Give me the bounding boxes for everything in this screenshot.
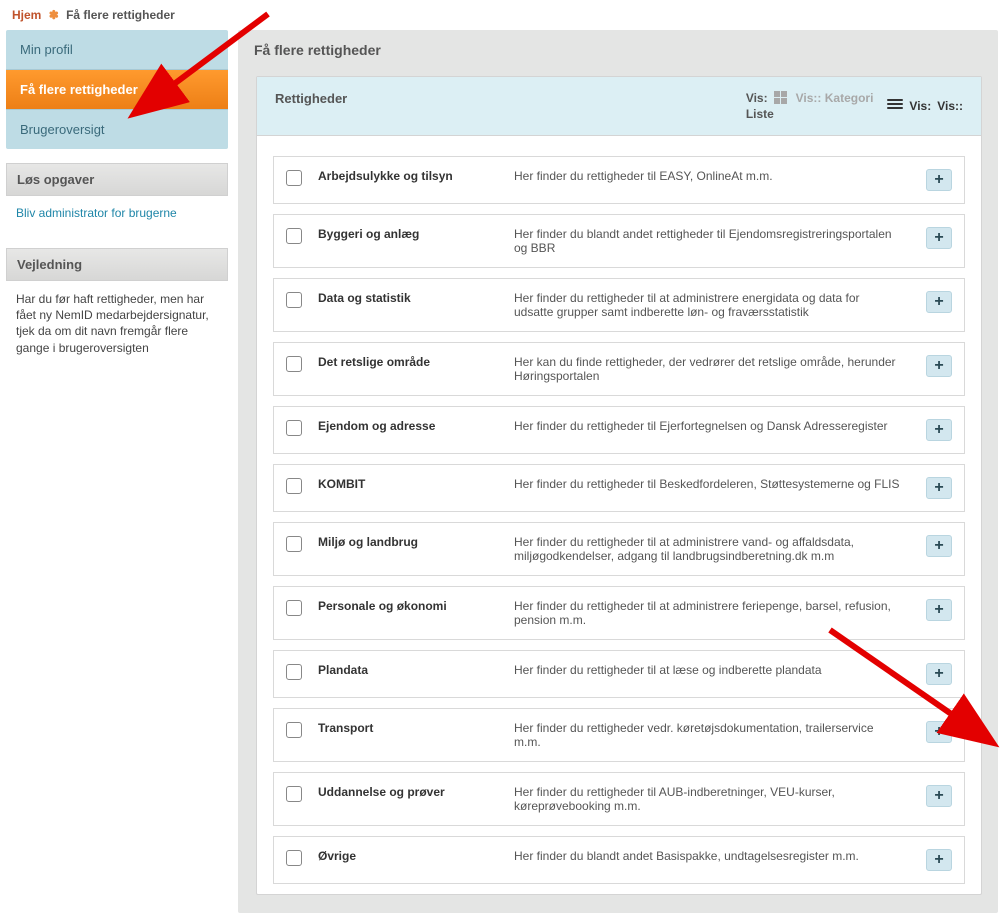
row-checkbox[interactable]: [286, 536, 302, 552]
row-title: Øvrige: [318, 849, 498, 863]
row-desc: Her kan du finde rettigheder, der vedrør…: [514, 355, 910, 383]
breadcrumb-sep-icon: ✽: [45, 8, 63, 22]
row-checkbox[interactable]: [286, 478, 302, 494]
expand-button[interactable]: +: [926, 169, 952, 191]
nav-item-1[interactable]: Få flere rettigheder: [6, 70, 228, 110]
expand-button[interactable]: +: [926, 535, 952, 557]
right-row: Data og statistik Her finder du rettighed…: [273, 278, 965, 332]
expand-button[interactable]: +: [926, 227, 952, 249]
vis-liste[interactable]: Vis:: [909, 99, 931, 113]
row-checkbox[interactable]: [286, 850, 302, 866]
right-row: Miljø og landbrug Her finder du rettighed…: [273, 522, 965, 576]
expand-button[interactable]: +: [926, 477, 952, 499]
row-desc: Her finder du rettigheder til at adminis…: [514, 535, 910, 563]
row-title: Uddannelse og prøver: [318, 785, 498, 799]
row-checkbox[interactable]: [286, 722, 302, 738]
guide-title: Vejledning: [6, 248, 228, 281]
vis-label: Vis:: [746, 91, 768, 105]
row-title: Det retslige område: [318, 355, 498, 369]
right-row: KOMBIT Her finder du rettigheder til Besk…: [273, 464, 965, 512]
expand-button[interactable]: +: [926, 599, 952, 621]
right-row: Transport Her finder du rettigheder vedr.…: [273, 708, 965, 762]
nav-item-0[interactable]: Min profil: [6, 30, 228, 70]
row-title: Arbejdsulykke og tilsyn: [318, 169, 498, 183]
page-title: Få flere rettigheder: [238, 30, 998, 76]
tasks-title: Løs opgaver: [6, 163, 228, 196]
row-title: Transport: [318, 721, 498, 735]
row-desc: Her finder du rettigheder vedr. køretøjs…: [514, 721, 910, 749]
grid-icon[interactable]: [774, 91, 790, 105]
panel-head: Rettigheder Vis: Vis:: Kategori Liste Vi…: [257, 77, 981, 136]
row-desc: Her finder du rettigheder til EASY, Onli…: [514, 169, 910, 183]
row-title: KOMBIT: [318, 477, 498, 491]
row-title: Ejendom og adresse: [318, 419, 498, 433]
breadcrumb: Hjem ✽ Få flere rettigheder: [6, 6, 998, 30]
tasks-section: Løs opgaver Bliv administrator for bruge…: [6, 163, 228, 234]
expand-button[interactable]: +: [926, 721, 952, 743]
row-desc: Her finder du rettigheder til Beskedford…: [514, 477, 910, 491]
vis-kategori[interactable]: Vis:: Kategori: [796, 91, 874, 105]
rights-list: Arbejdsulykke og tilsyn Her finder du ret…: [257, 136, 981, 894]
list-icon[interactable]: [887, 99, 903, 113]
guide-body: Har du før haft rettigheder, men har fåe…: [6, 281, 228, 370]
panel-title: Rettigheder: [275, 91, 347, 106]
row-checkbox[interactable]: [286, 600, 302, 616]
row-desc: Her finder du blandt andet rettigheder t…: [514, 227, 910, 255]
row-checkbox[interactable]: [286, 356, 302, 372]
row-title: Data og statistik: [318, 291, 498, 305]
right-row: Øvrige Her finder du blandt andet Basispa…: [273, 836, 965, 884]
nav-item-2[interactable]: Brugeroversigt: [6, 110, 228, 149]
expand-button[interactable]: +: [926, 849, 952, 871]
liste-word: Liste: [746, 107, 774, 121]
row-desc: Her finder du rettigheder til at adminis…: [514, 291, 910, 319]
row-checkbox[interactable]: [286, 292, 302, 308]
right-row: Det retslige område Her kan du finde rett…: [273, 342, 965, 396]
main-panel: Få flere rettigheder Rettigheder Vis: Vi…: [238, 30, 998, 913]
row-title: Plandata: [318, 663, 498, 677]
row-checkbox[interactable]: [286, 664, 302, 680]
row-checkbox[interactable]: [286, 786, 302, 802]
right-row: Arbejdsulykke og tilsyn Her finder du ret…: [273, 156, 965, 204]
row-desc: Her finder du rettigheder til AUB-indber…: [514, 785, 910, 813]
expand-button[interactable]: +: [926, 663, 952, 685]
rights-panel: Rettigheder Vis: Vis:: Kategori Liste Vi…: [256, 76, 982, 895]
row-title: Byggeri og anlæg: [318, 227, 498, 241]
expand-button[interactable]: +: [926, 355, 952, 377]
expand-button[interactable]: +: [926, 785, 952, 807]
right-row: Plandata Her finder du rettigheder til at…: [273, 650, 965, 698]
expand-button[interactable]: +: [926, 419, 952, 441]
row-desc: Her finder du rettigheder til at adminis…: [514, 599, 910, 627]
right-row: Uddannelse og prøver Her finder du rettig…: [273, 772, 965, 826]
row-title: Miljø og landbrug: [318, 535, 498, 549]
view-controls: Vis: Vis:: Kategori Liste Vis:Vis::: [746, 91, 963, 121]
right-row: Ejendom og adresse Her finder du rettighe…: [273, 406, 965, 454]
tasks-link[interactable]: Bliv administrator for brugerne: [6, 196, 228, 234]
expand-button[interactable]: +: [926, 291, 952, 313]
row-desc: Her finder du blandt andet Basispakke, u…: [514, 849, 910, 863]
row-title: Personale og økonomi: [318, 599, 498, 613]
guide-section: Vejledning Har du før haft rettigheder, …: [6, 248, 228, 370]
left-nav: Min profilFå flere rettighederBrugerover…: [6, 30, 228, 149]
right-row: Personale og økonomi Her finder du rettig…: [273, 586, 965, 640]
sidebar: Min profilFå flere rettighederBrugerover…: [6, 30, 228, 384]
breadcrumb-current: Få flere rettigheder: [66, 8, 175, 22]
row-checkbox[interactable]: [286, 420, 302, 436]
right-row: Byggeri og anlæg Her finder du blandt and…: [273, 214, 965, 268]
row-checkbox[interactable]: [286, 228, 302, 244]
breadcrumb-home[interactable]: Hjem: [12, 8, 41, 22]
row-checkbox[interactable]: [286, 170, 302, 186]
row-desc: Her finder du rettigheder til at læse og…: [514, 663, 910, 677]
row-desc: Her finder du rettigheder til Ejerforteg…: [514, 419, 910, 433]
